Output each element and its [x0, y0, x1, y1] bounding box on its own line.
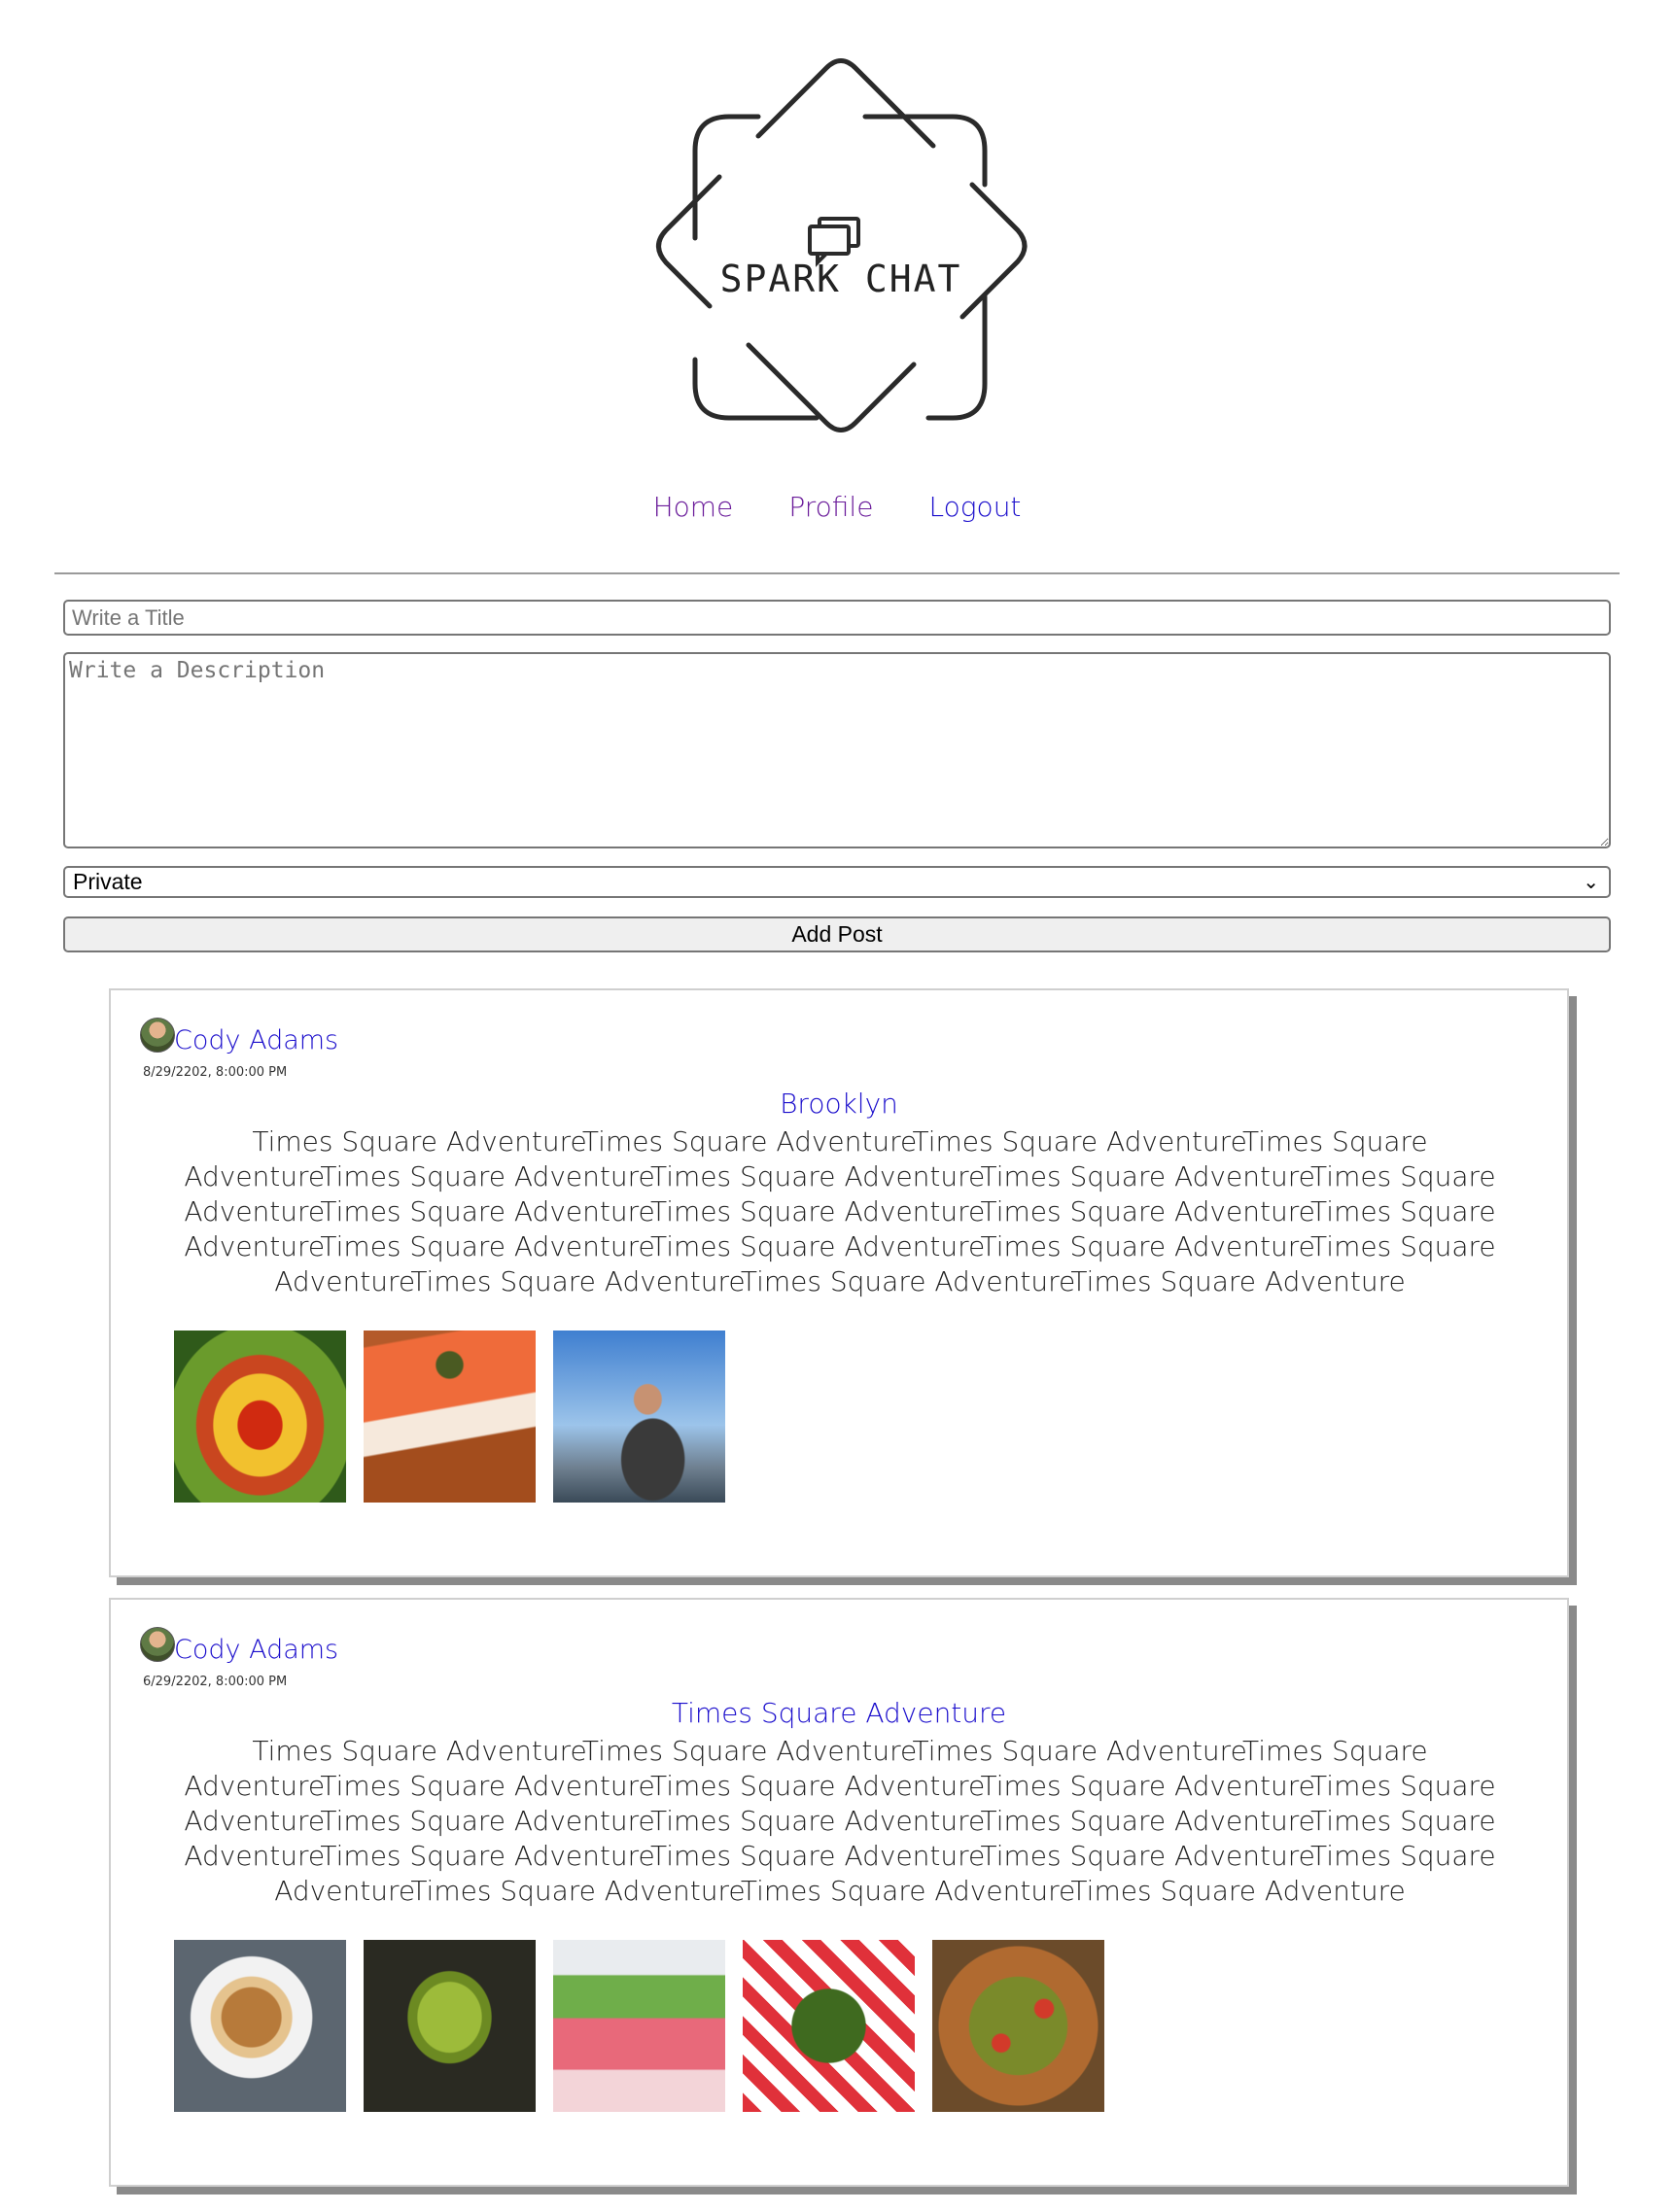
- post-date: 6/29/2202, 8:00:00 PM: [143, 1675, 288, 1689]
- post-image[interactable]: [553, 1940, 725, 2112]
- post-image-gallery: [174, 1940, 1104, 2112]
- post-image[interactable]: [932, 1940, 1104, 2112]
- post-title[interactable]: Times Square Adventure: [111, 1697, 1567, 1729]
- spark-chat-logo: SPARK CHAT: [637, 39, 1045, 467]
- nav-logout-link[interactable]: Logout: [929, 491, 1022, 523]
- post-title[interactable]: Brooklyn: [111, 1088, 1567, 1120]
- logo-emblem-icon: [656, 58, 1028, 432]
- post-image[interactable]: [364, 1940, 536, 2112]
- post-image[interactable]: [174, 1331, 346, 1503]
- add-post-button[interactable]: Add Post: [63, 916, 1611, 952]
- post-body: Times Square AdventureTimes Square Adven…: [184, 1125, 1496, 1297]
- post-card: Cody Adams 6/29/2202, 8:00:00 PM Times S…: [109, 1598, 1569, 2187]
- post-image[interactable]: [743, 1940, 915, 2112]
- post-body: Times Square AdventureTimes Square Adven…: [184, 1735, 1496, 1907]
- logo-text: SPARK CHAT: [719, 258, 962, 300]
- post-image-gallery: [174, 1331, 725, 1503]
- post-card: Cody Adams 8/29/2202, 8:00:00 PM Brookly…: [109, 988, 1569, 1577]
- visibility-select[interactable]: Private ⌄: [63, 866, 1611, 898]
- nav-home-link[interactable]: Home: [653, 491, 734, 523]
- chevron-down-icon: ⌄: [1583, 872, 1599, 893]
- description-textarea[interactable]: [63, 652, 1611, 848]
- post-image[interactable]: [364, 1331, 536, 1503]
- post-author-link[interactable]: Cody Adams: [174, 1025, 338, 1055]
- nav-profile-link[interactable]: Profile: [788, 491, 873, 523]
- post-date: 8/29/2202, 8:00:00 PM: [143, 1065, 288, 1080]
- header-divider: [54, 572, 1620, 574]
- avatar[interactable]: [140, 1627, 175, 1662]
- visibility-selected-value: Private: [73, 869, 143, 894]
- post-image[interactable]: [553, 1331, 725, 1503]
- avatar[interactable]: [140, 1018, 175, 1053]
- main-nav: Home Profile Logout: [0, 491, 1674, 523]
- post-image[interactable]: [174, 1940, 346, 2112]
- new-post-form: Private ⌄ Add Post: [63, 600, 1611, 952]
- post-author-link[interactable]: Cody Adams: [174, 1635, 338, 1665]
- title-input[interactable]: [63, 600, 1611, 636]
